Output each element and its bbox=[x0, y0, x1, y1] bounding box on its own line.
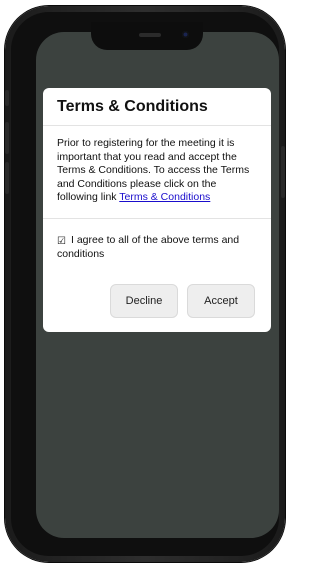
agree-row[interactable]: ☑ I agree to all of the above terms and c… bbox=[43, 219, 271, 261]
power-button bbox=[281, 146, 285, 198]
front-camera-icon bbox=[182, 31, 189, 38]
volume-down-button bbox=[5, 162, 9, 194]
terms-link[interactable]: Terms & Conditions bbox=[119, 191, 210, 203]
notch bbox=[91, 22, 203, 50]
modal-body: Prior to registering for the meeting it … bbox=[43, 126, 271, 219]
accept-button[interactable]: Accept bbox=[187, 284, 255, 318]
volume-up-button bbox=[5, 122, 9, 154]
modal-title: Terms & Conditions bbox=[57, 97, 208, 115]
modal-header: Terms & Conditions bbox=[43, 88, 271, 126]
decline-button[interactable]: Decline bbox=[110, 284, 178, 318]
modal-actions: Decline Accept bbox=[110, 284, 255, 318]
speaker-grille bbox=[139, 33, 161, 37]
agree-checkbox[interactable]: ☑ bbox=[57, 237, 67, 247]
agree-label: I agree to all of the above terms and co… bbox=[57, 234, 240, 260]
mute-switch bbox=[5, 90, 9, 106]
terms-modal: Terms & Conditions Prior to registering … bbox=[43, 88, 271, 332]
